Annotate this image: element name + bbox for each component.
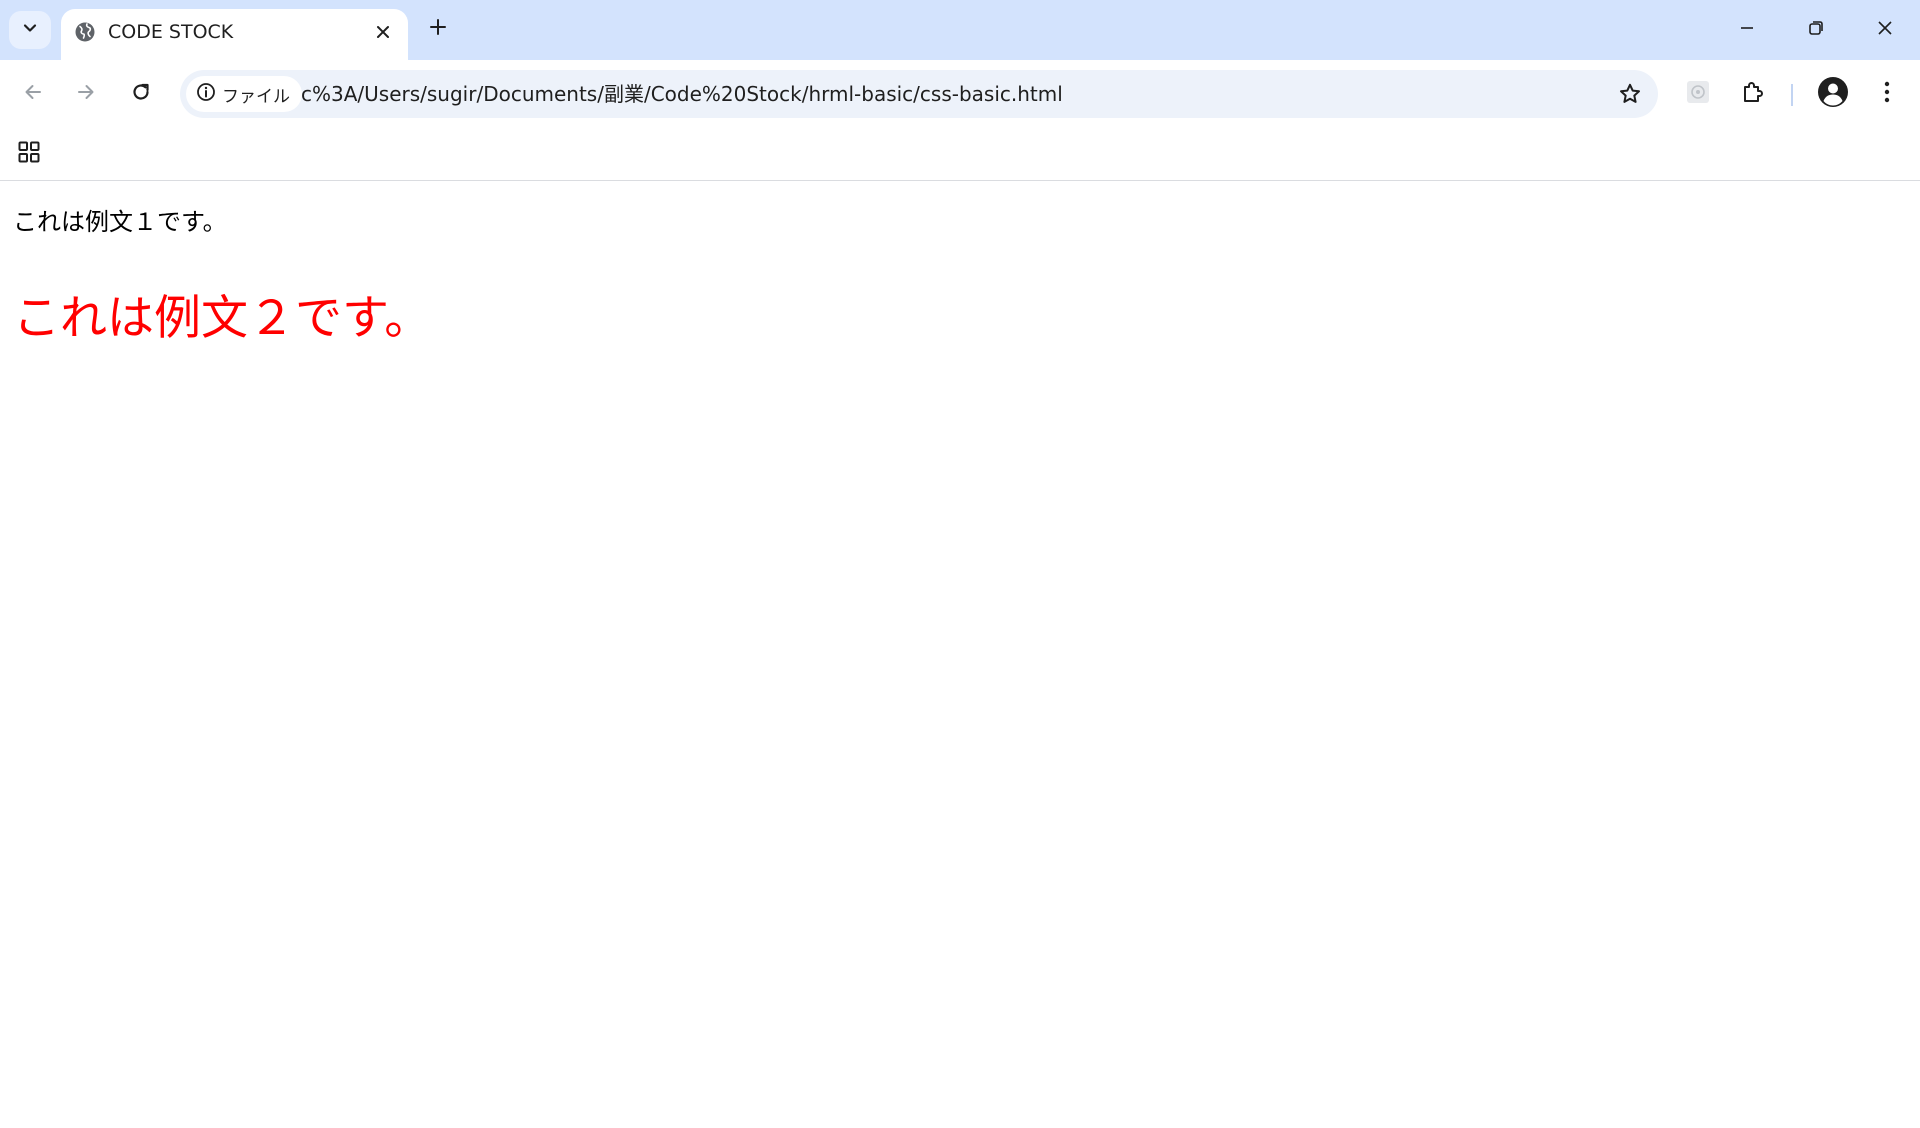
plus-icon bbox=[428, 17, 448, 41]
account-circle-icon bbox=[1817, 76, 1849, 112]
puzzle-icon bbox=[1740, 79, 1766, 109]
apps-grid-icon bbox=[17, 140, 41, 168]
close-icon bbox=[377, 26, 389, 38]
toolbar-divider bbox=[1791, 84, 1793, 106]
profile-button[interactable] bbox=[1813, 74, 1853, 114]
restore-icon bbox=[1807, 19, 1825, 41]
browser-menu-button[interactable] bbox=[1867, 74, 1907, 114]
tab-strip: CODE STOCK bbox=[0, 0, 1920, 60]
extension-button[interactable] bbox=[1678, 74, 1718, 114]
example-sentence-1: これは例文１です。 bbox=[13, 208, 227, 236]
address-bar[interactable]: ファイル c%3A/Users/sugir/Documents/副業/Code%… bbox=[180, 70, 1658, 118]
minimize-button[interactable] bbox=[1713, 0, 1781, 60]
info-icon bbox=[196, 82, 216, 106]
restore-button[interactable] bbox=[1782, 0, 1850, 60]
tab-search-button[interactable] bbox=[9, 11, 51, 49]
url-text[interactable]: c%3A/Users/sugir/Documents/副業/Code%20Sto… bbox=[301, 82, 1063, 106]
star-icon bbox=[1620, 83, 1640, 103]
site-info-chip[interactable]: ファイル bbox=[186, 76, 302, 112]
tab-title: CODE STOCK bbox=[108, 21, 234, 43]
forward-button[interactable] bbox=[66, 74, 106, 114]
browser-window: CODE STOCK ファイル c%3A/Users/sugir/Documen… bbox=[0, 0, 1920, 1128]
bookmarks-bar bbox=[0, 128, 1920, 181]
active-tab[interactable]: CODE STOCK bbox=[61, 9, 408, 60]
site-chip-label: ファイル bbox=[222, 86, 290, 107]
tab-close-button[interactable] bbox=[370, 19, 396, 45]
back-button[interactable] bbox=[13, 74, 53, 114]
arrow-right-icon bbox=[75, 81, 97, 107]
extension-icon bbox=[1685, 79, 1711, 109]
example-sentence-2: これは例文２です。 bbox=[13, 291, 432, 346]
globe-icon bbox=[73, 20, 97, 44]
arrow-left-icon bbox=[22, 81, 44, 107]
new-tab-button[interactable] bbox=[422, 13, 454, 45]
page-content: これは例文１です。 これは例文２です。 bbox=[0, 181, 1920, 1128]
apps-button[interactable] bbox=[11, 136, 47, 172]
extensions-menu-button[interactable] bbox=[1733, 74, 1773, 114]
close-icon bbox=[1876, 19, 1894, 41]
close-window-button[interactable] bbox=[1851, 0, 1919, 60]
toolbar: ファイル c%3A/Users/sugir/Documents/副業/Code%… bbox=[0, 60, 1920, 128]
minimize-icon bbox=[1738, 19, 1756, 41]
chevron-down-icon bbox=[21, 19, 39, 41]
reload-button[interactable] bbox=[121, 74, 161, 114]
reload-icon bbox=[130, 81, 152, 107]
kebab-menu-icon bbox=[1883, 80, 1891, 108]
bookmark-star-button[interactable] bbox=[1616, 80, 1644, 108]
